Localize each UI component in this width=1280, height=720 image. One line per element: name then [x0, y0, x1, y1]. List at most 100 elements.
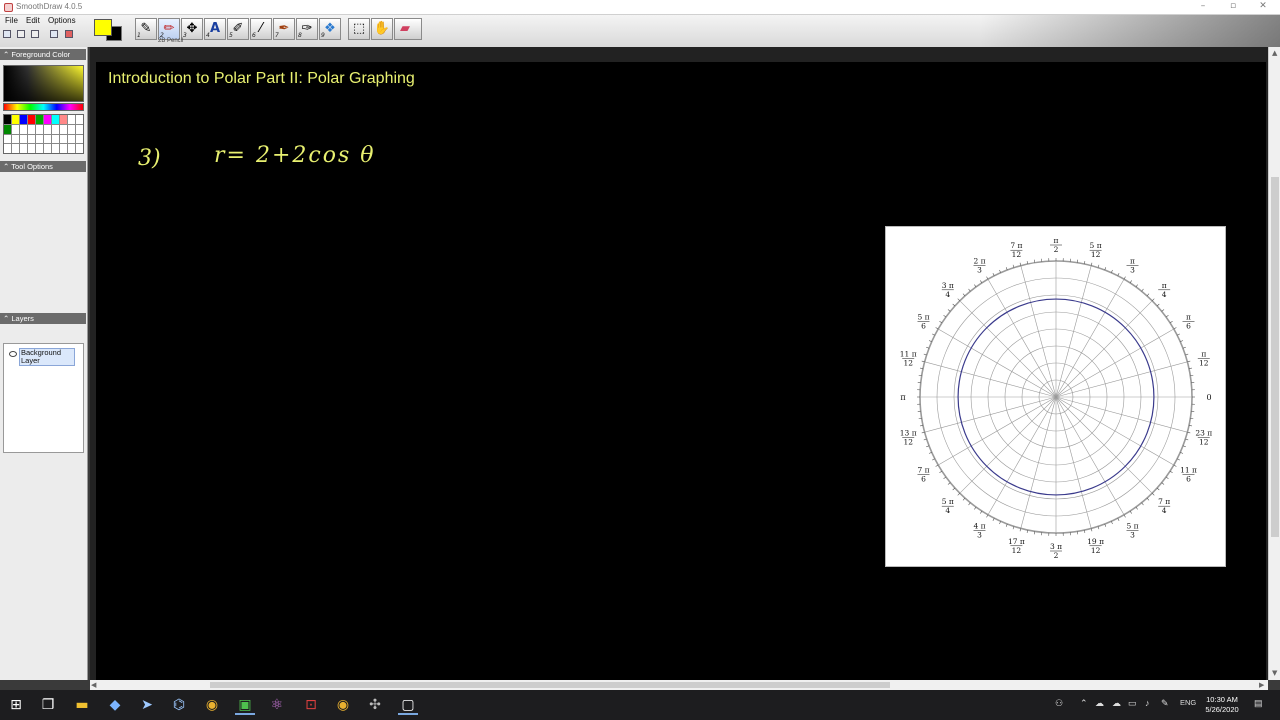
chrome-icon[interactable]: ◉	[202, 695, 222, 715]
undo-icon[interactable]	[17, 30, 25, 38]
chevron-up-icon[interactable]: ⌃	[1080, 698, 1088, 709]
display-icon[interactable]: ▭	[1128, 698, 1137, 709]
grid-spoke	[938, 328, 1057, 398]
layer-item-background[interactable]: Background Layer	[19, 348, 75, 366]
language-indicator[interactable]: ENG	[1180, 698, 1196, 707]
menu-file[interactable]: File	[5, 16, 18, 25]
layers-header[interactable]: ⌃ Layers	[0, 313, 86, 324]
angle-label-numerator: 7 π	[917, 466, 929, 475]
tool-airbrush[interactable]: ✐ 5	[227, 18, 249, 40]
tool-move[interactable]: ✥ 3	[181, 18, 203, 40]
new-icon[interactable]	[50, 30, 58, 38]
tick-mark	[1146, 293, 1150, 297]
app-icon[interactable]: ✣	[365, 695, 385, 715]
app-logo-icon	[4, 3, 13, 12]
windows-start-icon[interactable]: ⊞	[6, 695, 26, 715]
chrome-icon[interactable]: ◉	[333, 695, 353, 715]
steam-icon[interactable]: ➤	[137, 695, 157, 715]
scroll-up-icon[interactable]: ▲	[1272, 49, 1277, 57]
atom-icon[interactable]: ⚛	[267, 695, 287, 715]
pen-tray-icon[interactable]: ✎	[1161, 698, 1169, 709]
hue-slider[interactable]	[3, 103, 84, 111]
angle-label-numerator: 3 π	[942, 281, 954, 290]
tool-brush[interactable]: ⁄ 6	[250, 18, 272, 40]
clock[interactable]: 10:30 AM 5/26/2020	[1200, 695, 1244, 715]
volume-icon[interactable]: ♪	[1145, 698, 1150, 708]
angle-label-numerator: 5 π	[917, 313, 929, 322]
clear-icon[interactable]	[65, 30, 73, 38]
tool-number: 7	[275, 32, 279, 39]
angle-label-denominator: 12	[903, 358, 913, 367]
foreground-color-header[interactable]: ⌃ Foreground Color	[0, 49, 86, 60]
grid-spoke	[1055, 396, 1174, 466]
angle-label-numerator: 4 π	[973, 522, 985, 531]
app-icon[interactable]: ◆	[105, 695, 125, 715]
horizontal-scroll-thumb[interactable]	[210, 682, 890, 688]
tick-mark	[974, 506, 977, 510]
clock-date: 5/26/2020	[1205, 705, 1239, 714]
grid-spoke	[1055, 396, 1092, 529]
tool-fill[interactable]: ❖ 9	[319, 18, 341, 40]
tool-ink-pen[interactable]: ✑ 8	[296, 18, 318, 40]
tool-smudge[interactable]: ✋	[371, 18, 393, 40]
layers-list: Background Layer	[3, 343, 84, 453]
panel-title: Foreground Color	[11, 50, 71, 59]
angle-label-denominator: 4	[945, 506, 950, 515]
foreground-color-swatch[interactable]	[94, 19, 112, 36]
grid-spoke	[938, 396, 1057, 466]
file-explorer-icon[interactable]: ▬	[72, 695, 92, 715]
page-title: Introduction to Polar Part II: Polar Gra…	[108, 70, 415, 87]
tick-mark	[1161, 309, 1165, 312]
tool-marker[interactable]: ✒ 7	[273, 18, 295, 40]
task-view-icon[interactable]: ❐	[38, 695, 58, 715]
grid-spoke	[959, 396, 1057, 494]
redo-icon[interactable]	[31, 30, 39, 38]
menu-options[interactable]: Options	[48, 16, 76, 25]
tick-mark	[952, 303, 956, 307]
people-icon[interactable]: ⚇	[1055, 698, 1063, 709]
camtasia-icon[interactable]: ▣	[235, 695, 255, 715]
minimize-button[interactable]: –	[1188, 1, 1218, 11]
tool-options-header[interactable]: ⌃ Tool Options	[0, 161, 86, 172]
vertical-scroll-thumb[interactable]	[1271, 177, 1279, 537]
grid-spoke	[987, 396, 1057, 515]
grid-spoke	[1055, 328, 1174, 398]
scroll-left-icon[interactable]: ◀	[91, 681, 96, 689]
tool-pencil[interactable]: ✏ 2	[158, 18, 180, 40]
notifications-icon[interactable]: ▤	[1254, 698, 1263, 709]
angle-label-denominator: 6	[921, 475, 926, 484]
angle-label-numerator: 5 π	[942, 497, 954, 506]
tool-number: 3	[183, 32, 187, 39]
scroll-right-icon[interactable]: ▶	[1259, 681, 1264, 689]
vertical-scrollbar[interactable]: ▲ ▼	[1268, 47, 1280, 680]
tick-mark	[1151, 492, 1155, 496]
maximize-button[interactable]: ▫	[1218, 1, 1248, 11]
tool-pen[interactable]: ✎ 1	[135, 18, 157, 40]
cloud-icon[interactable]: ☁	[1112, 698, 1121, 709]
angle-label-numerator: 11 π	[900, 349, 917, 358]
tool-text[interactable]: A4	[204, 18, 226, 40]
tool-eraser[interactable]: ▰	[394, 18, 422, 40]
tick-mark	[943, 315, 947, 318]
camtasia-recorder-icon[interactable]: ▢	[398, 695, 418, 715]
network-app-icon[interactable]: ⌬	[169, 695, 189, 715]
network-icon[interactable]: ☁	[1095, 698, 1104, 709]
scroll-down-icon[interactable]: ▼	[1272, 669, 1277, 677]
tick-mark	[968, 288, 971, 292]
angle-label-numerator: 17 π	[1008, 537, 1025, 546]
tick-mark	[1156, 303, 1160, 307]
color-palette[interactable]	[3, 114, 84, 154]
tick-mark	[974, 284, 977, 288]
grid-spoke	[1055, 300, 1153, 398]
office-icon[interactable]: ⊡	[301, 695, 321, 715]
angle-label-denominator: 12	[1091, 546, 1101, 555]
tool-select[interactable]: ⬚	[348, 18, 370, 40]
close-button[interactable]: ✕	[1248, 1, 1278, 11]
menu-edit[interactable]: Edit	[26, 16, 40, 25]
eye-icon[interactable]	[9, 351, 17, 357]
angle-label-denominator: 12	[903, 438, 913, 447]
save-icon[interactable]	[3, 30, 11, 38]
color-picker-area[interactable]	[3, 65, 84, 102]
angle-label-numerator: 13 π	[900, 429, 917, 438]
horizontal-scrollbar[interactable]: ◀ ▶	[90, 680, 1268, 690]
